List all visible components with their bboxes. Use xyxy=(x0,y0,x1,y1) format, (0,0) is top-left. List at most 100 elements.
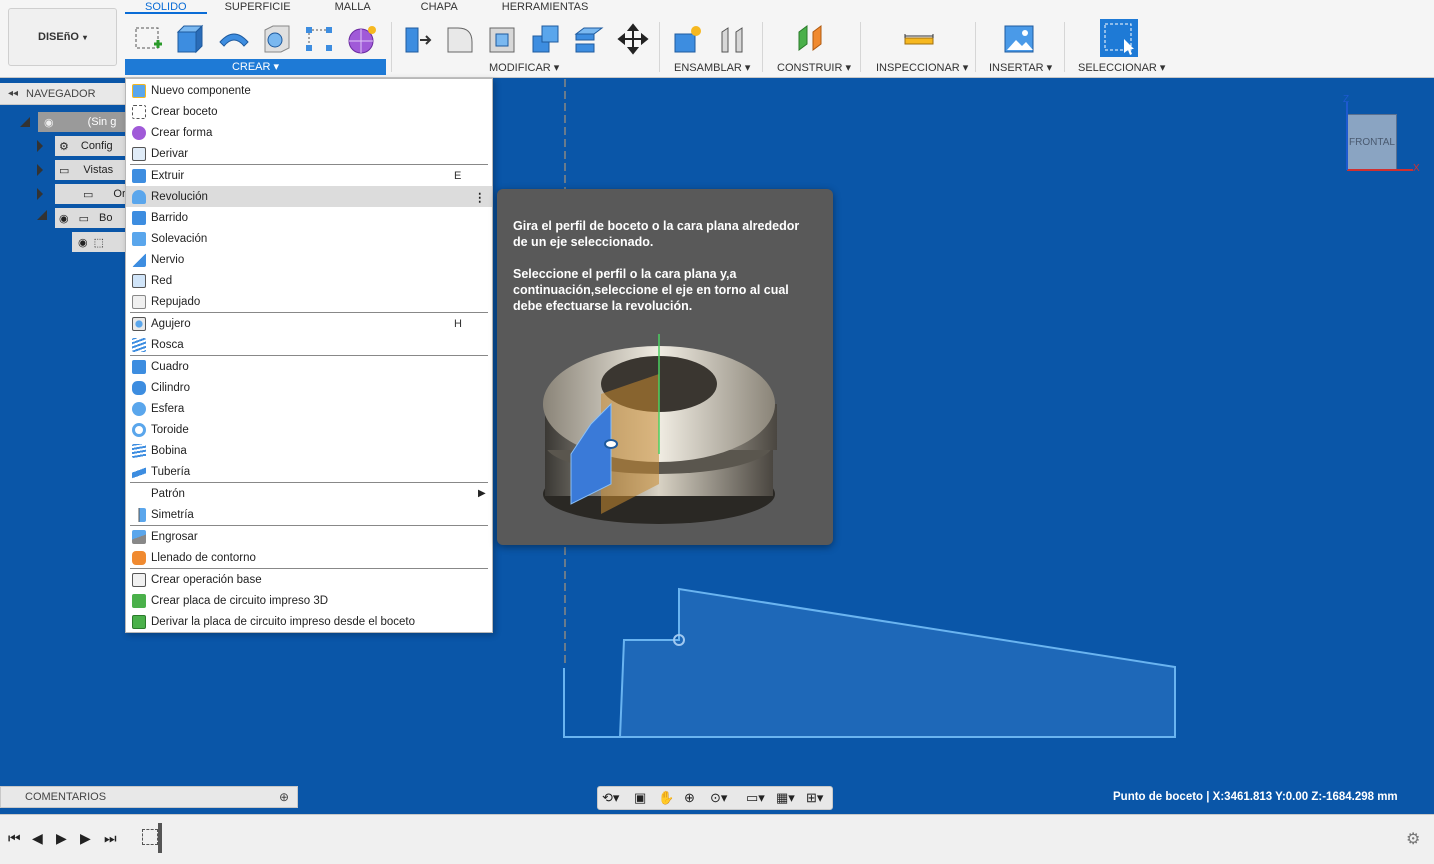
menu-item-torus[interactable]: Toroide xyxy=(126,419,492,440)
menu-item-rib[interactable]: Nervio xyxy=(126,249,492,270)
thicken-icon xyxy=(132,529,146,544)
menu-item-hole[interactable]: Agujero H xyxy=(126,313,492,334)
offset-plane-icon[interactable] xyxy=(795,22,827,56)
cylinder-icon xyxy=(132,380,146,395)
tree-item-config[interactable]: ⚙ Config xyxy=(55,136,128,156)
derive-pcb-icon xyxy=(132,614,146,629)
insert-image-icon[interactable] xyxy=(1003,22,1035,56)
menu-item-sphere[interactable]: Esfera xyxy=(126,398,492,419)
menu-item-new-component[interactable]: Nuevo componente xyxy=(126,80,492,101)
menu-item-thicken[interactable]: Engrosar xyxy=(126,526,492,547)
menu-item-boundary-fill[interactable]: Llenado de contorno xyxy=(126,547,492,568)
play-icon[interactable]: ▶ xyxy=(56,830,67,847)
crear-group-button[interactable]: CREAR ▾ xyxy=(125,59,386,75)
orbit-icon[interactable]: ⟲▾ xyxy=(602,790,619,806)
menu-item-create-sketch[interactable]: Crear boceto xyxy=(126,101,492,122)
create-form-icon[interactable] xyxy=(346,22,378,56)
go-to-start-icon[interactable]: ⏮ xyxy=(8,830,21,847)
more-options-icon[interactable]: ⋮ xyxy=(474,190,486,204)
comments-panel[interactable]: COMENTARIOS ⊕ xyxy=(0,786,298,808)
revolve-icon[interactable] xyxy=(218,22,250,56)
extrude-icon xyxy=(132,168,146,183)
menu-item-coil[interactable]: Bobina xyxy=(126,440,492,461)
menu-item-label: Tubería xyxy=(151,465,191,478)
menu-item-label: Engrosar xyxy=(151,530,198,543)
tab-superficie[interactable]: SUPERFICIE xyxy=(207,0,315,14)
tab-herramientas[interactable]: HERRAMIENTAS xyxy=(502,0,589,14)
select-icon[interactable] xyxy=(1100,19,1138,57)
menu-item-label: Derivar xyxy=(151,147,189,160)
timeline-sketch-icon[interactable] xyxy=(142,829,158,845)
collapse-icon[interactable]: ◂◂ xyxy=(8,88,18,99)
fillet-icon[interactable] xyxy=(444,22,476,56)
create-sketch-icon[interactable] xyxy=(132,22,164,56)
menu-item-base-feature[interactable]: Crear operación base xyxy=(126,569,492,590)
menu-item-derive-pcb[interactable]: Derivar la placa de circuito impreso des… xyxy=(126,611,492,632)
display-settings-icon[interactable]: ▭▾ xyxy=(746,790,765,806)
menu-item-web[interactable]: Red xyxy=(126,270,492,291)
construir-group-button[interactable]: CONSTRUIR ▾ xyxy=(777,61,851,74)
menu-item-label: Red xyxy=(151,274,173,287)
insertar-group-button[interactable]: INSERTAR ▾ xyxy=(989,61,1052,74)
pattern-icon[interactable] xyxy=(303,22,335,56)
workspace-dropdown[interactable]: DISEñO ▾ xyxy=(8,8,117,66)
step-forward-icon[interactable]: ▶ xyxy=(80,830,91,847)
viewports-icon[interactable]: ⊞▾ xyxy=(806,790,823,806)
new-component-icon[interactable] xyxy=(672,22,704,56)
add-comment-icon[interactable]: ⊕ xyxy=(279,790,289,804)
menu-item-extrude[interactable]: Extruir E xyxy=(126,165,492,186)
gear-icon[interactable]: ⚙ xyxy=(1406,829,1420,849)
tab-chapa[interactable]: CHAPA xyxy=(401,0,502,14)
tab-malla[interactable]: MALLA xyxy=(315,0,401,14)
timeline: ⏮ ◀ ▶ ▶ ⏭ ⚙ xyxy=(0,814,1434,864)
eye-icon[interactable]: ◉ xyxy=(59,212,69,225)
ensamblar-group-button[interactable]: ENSAMBLAR ▾ xyxy=(674,61,750,74)
pan-icon[interactable]: ✋ xyxy=(658,790,674,806)
menu-item-sweep[interactable]: Barrido xyxy=(126,207,492,228)
shell-icon[interactable] xyxy=(487,22,519,56)
tree-item-sketches[interactable]: ◉ ▭ Bo xyxy=(55,208,128,228)
boundary-fill-icon xyxy=(132,550,146,565)
go-to-end-icon[interactable]: ⏭ xyxy=(104,830,117,847)
menu-item-label: Extruir xyxy=(151,169,185,182)
sketch-icon: ⬚ xyxy=(93,236,105,249)
offset-face-icon[interactable] xyxy=(573,22,605,56)
zoom-window-icon[interactable]: ⊙▾ xyxy=(710,790,727,806)
measure-icon[interactable] xyxy=(903,22,935,56)
view-cube[interactable]: FRONTAL Z X xyxy=(1343,94,1423,174)
menu-item-label: Crear operación base xyxy=(151,573,262,586)
move-icon[interactable] xyxy=(617,22,649,56)
seleccionar-group-button[interactable]: SELECCIONAR ▾ xyxy=(1078,61,1165,74)
menu-item-thread[interactable]: Rosca xyxy=(126,334,492,355)
menu-item-box[interactable]: Cuadro xyxy=(126,356,492,377)
thread-icon xyxy=(132,337,146,352)
grid-icon[interactable]: ▦▾ xyxy=(776,790,795,806)
construir-label: CONSTRUIR xyxy=(777,62,843,74)
menu-item-pattern[interactable]: Patrón ▶ xyxy=(126,483,492,504)
extrude-icon[interactable] xyxy=(174,22,206,56)
menu-item-revolve[interactable]: Revolución ⋮ xyxy=(126,186,492,207)
press-pull-icon[interactable] xyxy=(402,22,434,56)
menu-item-mirror[interactable]: Simetría xyxy=(126,504,492,525)
step-back-icon[interactable]: ◀ xyxy=(32,830,43,847)
combine-icon[interactable] xyxy=(530,22,562,56)
zoom-icon[interactable]: ⊕ xyxy=(684,790,695,806)
menu-item-emboss[interactable]: Repujado xyxy=(126,291,492,312)
modificar-group-button[interactable]: MODIFICAR ▾ xyxy=(489,61,559,74)
timeline-marker[interactable] xyxy=(158,823,162,853)
menu-item-derive[interactable]: Derivar xyxy=(126,143,492,164)
look-at-icon[interactable]: ▣ xyxy=(634,790,646,806)
tree-item-sketch[interactable]: ◉ ⬚ xyxy=(72,232,128,252)
joint-icon[interactable] xyxy=(716,22,748,56)
menu-item-pipe[interactable]: Tubería xyxy=(126,461,492,482)
eye-icon[interactable]: ◉ xyxy=(78,236,88,249)
menu-item-create-pcb[interactable]: Crear placa de circuito impreso 3D xyxy=(126,590,492,611)
tree-item-views[interactable]: ▭ Vistas xyxy=(55,160,128,180)
tab-solido[interactable]: SOLIDO xyxy=(125,0,207,14)
menu-item-cylinder[interactable]: Cilindro xyxy=(126,377,492,398)
tree-item-origin[interactable]: ▭ Or xyxy=(55,184,128,204)
menu-item-create-form[interactable]: Crear forma xyxy=(126,122,492,143)
menu-item-loft[interactable]: Solevación xyxy=(126,228,492,249)
inspeccionar-group-button[interactable]: INSPECCIONAR ▾ xyxy=(876,61,968,74)
hole-icon[interactable] xyxy=(261,22,293,56)
